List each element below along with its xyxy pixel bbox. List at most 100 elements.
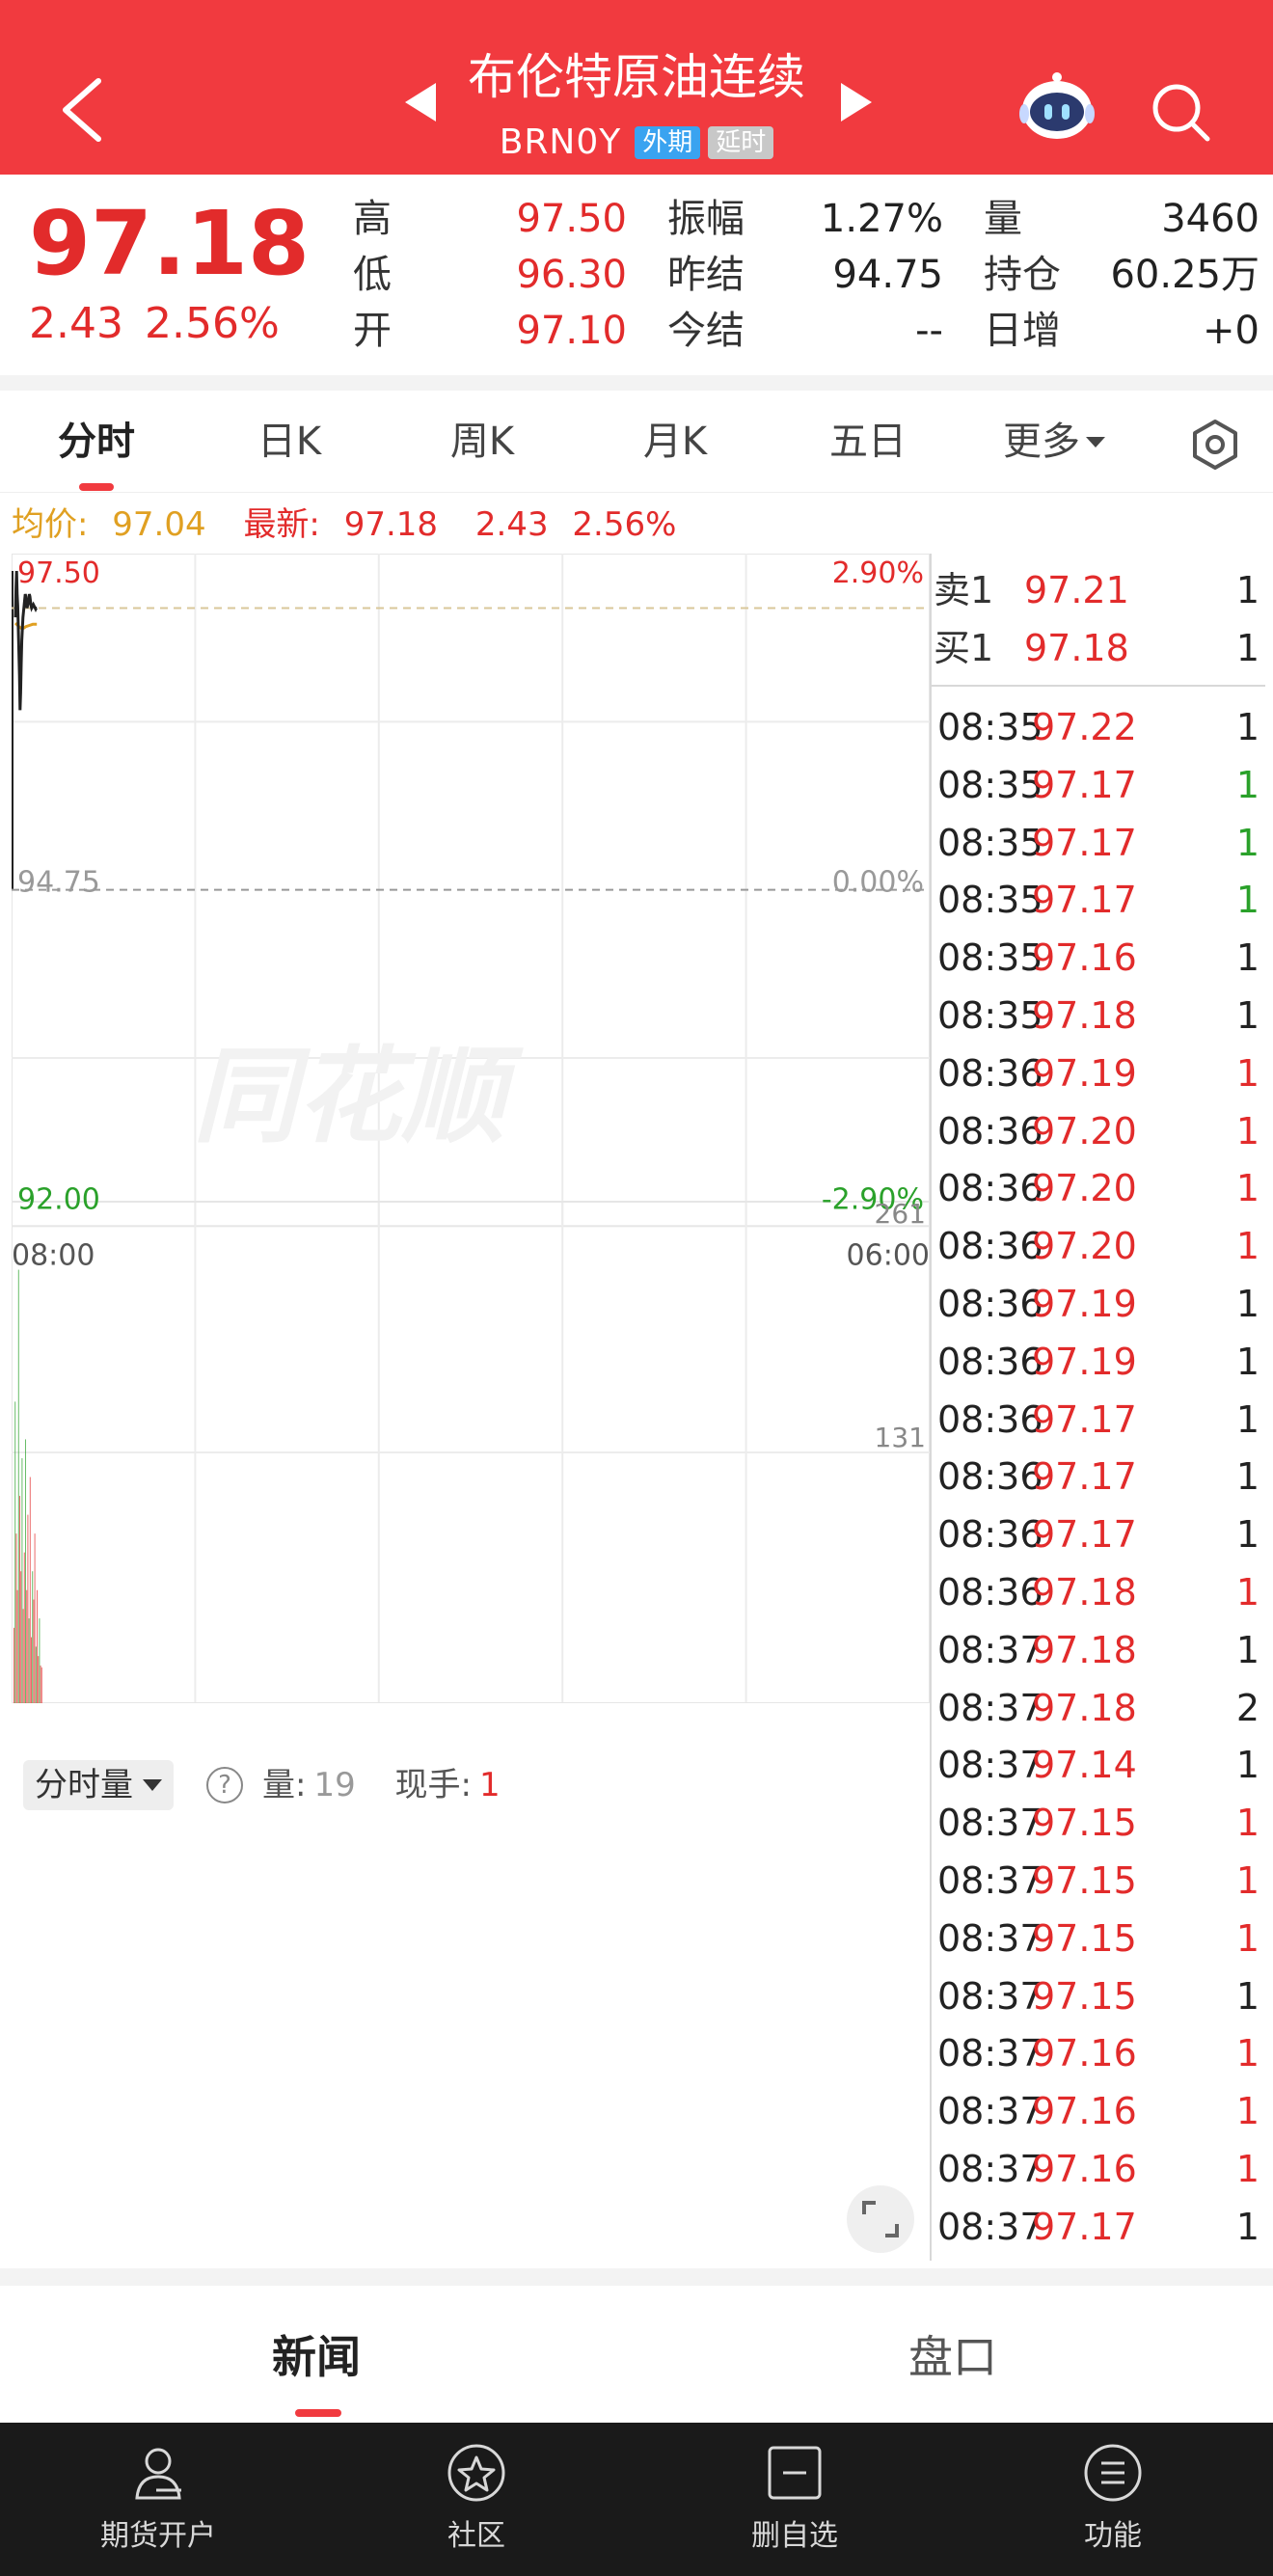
trade-row: 08:36 97.18 1 [932,1563,1265,1621]
nav-open-account[interactable]: 期货开户 [62,2423,255,2576]
trade-volume: 1 [1235,1974,1259,2018]
trade-row: 08:35 97.18 1 [932,987,1265,1044]
trade-volume: 1 [1235,1744,1259,1787]
x-label-end: 06:00 [847,1238,930,1272]
last-price: 97.18 [29,192,311,295]
trade-row: 08:36 97.20 1 [932,1217,1265,1275]
trade-time: 08:37 [937,2205,1043,2248]
prev-settle-value: 94.75 [832,253,943,297]
trade-volume: 1 [1235,763,1259,806]
trade-price: 97.15 [1032,1916,1137,1960]
change-value: 2.43 [29,299,123,348]
next-contract-icon[interactable] [839,81,874,123]
volume-bar [35,1646,37,1703]
volume-bar [22,1609,24,1703]
avg-price: 均价: 97.04 [12,505,220,544]
open-value: 97.10 [516,309,627,353]
search-icon[interactable] [1150,81,1211,143]
chevron-down-icon [1086,437,1105,447]
trade-row: 08:37 97.18 1 [932,1621,1265,1679]
info-change-pct: 2.56% [572,505,677,544]
tab-more[interactable]: 更多 [1003,416,1119,468]
nav-remove-favorite[interactable]: 删自选 [698,2423,891,2576]
nav-functions[interactable]: 功能 [1016,2423,1209,2576]
y-label-left: 97.50 [17,556,100,590]
trade-volume: 2 [1235,1686,1259,1729]
trade-volume: 1 [1235,821,1259,864]
tab-weekly-k[interactable]: 周K [436,416,528,468]
volume-bars [14,1269,42,1703]
trade-volume: 1 [1235,2148,1259,2190]
tab-market-depth[interactable]: 盘口 [908,2328,997,2386]
volume-bar [31,1637,32,1703]
trade-row: 08:35 97.17 1 [932,814,1265,872]
trade-time: 08:37 [937,2032,1043,2075]
tab-monthly-k[interactable]: 月K [629,416,721,468]
help-icon[interactable]: ? [206,1767,243,1803]
trade-time: 08:36 [937,1340,1043,1383]
trade-price: 97.17 [1032,1513,1137,1557]
trade-price: 97.16 [1032,2032,1137,2075]
volume-info-value: 19 [313,1766,356,1804]
trade-volume: 1 [1235,2205,1259,2248]
trade-volume: 1 [1235,1513,1259,1557]
trade-row: 08:36 97.19 1 [932,1333,1265,1391]
tab-daily-k[interactable]: 日K [243,416,336,468]
trade-price: 97.17 [1032,1455,1137,1499]
orderbook-divider [932,685,1265,687]
ask-volume: 1 [1235,569,1259,611]
volume-bar [28,1618,30,1703]
user-icon [135,2448,181,2500]
bid-price: 97.18 [1024,627,1129,669]
trade-time: 08:35 [937,821,1043,864]
nav-community[interactable]: 社区 [380,2423,573,2576]
trade-row: 08:35 97.17 1 [932,871,1265,929]
trade-volume: 1 [1235,1051,1259,1095]
trade-price: 97.18 [1032,1571,1137,1613]
tab-intraday[interactable]: 分时 [50,416,143,468]
settings-hexagon-icon[interactable] [1188,418,1242,472]
trade-volume: 1 [1235,1859,1259,1902]
latest-price-label: 最新: [243,505,320,544]
trade-price: 97.15 [1032,1974,1137,2018]
trade-row: 08:37 97.15 1 [932,1852,1265,1910]
trade-time: 08:35 [937,763,1043,806]
tab-news[interactable]: 新闻 [272,2328,361,2386]
volume-bar [39,1618,41,1703]
trade-time: 08:37 [937,2090,1043,2133]
trade-time: 08:35 [937,879,1043,922]
trade-price: 97.17 [1032,879,1137,922]
trade-volume: 1 [1235,1455,1259,1499]
volume-indicator-selector[interactable]: 分时量 [23,1760,174,1810]
trade-row: 08:36 97.17 1 [932,1391,1265,1449]
bid-row: 买1 97.18 1 [932,621,1265,675]
volume-bar [14,1401,16,1703]
volume-y-labels: 261 131 [875,1198,926,1453]
tab-five-day[interactable]: 五日 [822,416,914,468]
delayed-badge: 延时 [708,126,774,159]
volume-y-label-mid: 131 [875,1422,926,1453]
amplitude-value: 1.27% [820,197,943,241]
section-divider [0,375,1273,391]
robot-assistant-icon[interactable] [1018,71,1096,143]
trade-time: 08:37 [937,1744,1043,1787]
intraday-chart[interactable]: 同花顺 97.5094.7592.00 2.90%0.00%-2.90% 08:… [12,554,930,1703]
volume-bar [29,1477,31,1703]
trade-price: 97.18 [1032,1628,1137,1671]
trade-time: 08:36 [937,1397,1043,1441]
trade-time: 08:35 [937,706,1043,748]
volume-bar [15,1533,17,1703]
volume-bar [23,1552,25,1703]
fullscreen-icon[interactable] [847,2185,914,2253]
trade-row: 08:37 97.16 1 [932,2082,1265,2140]
trade-price: 97.20 [1032,1167,1137,1210]
volume-y-label-max: 261 [875,1198,926,1230]
trade-volume: 1 [1235,1916,1259,1960]
open-label: 开 [353,309,392,353]
ask-row: 卖1 97.21 1 [932,563,1265,617]
trade-volume: 1 [1235,1802,1259,1845]
trade-volume: 1 [1235,1571,1259,1613]
bid-label: 买1 [934,627,994,669]
volume-info-label: 量: [262,1766,307,1804]
price-change: 2.43 2.56% [29,298,301,350]
